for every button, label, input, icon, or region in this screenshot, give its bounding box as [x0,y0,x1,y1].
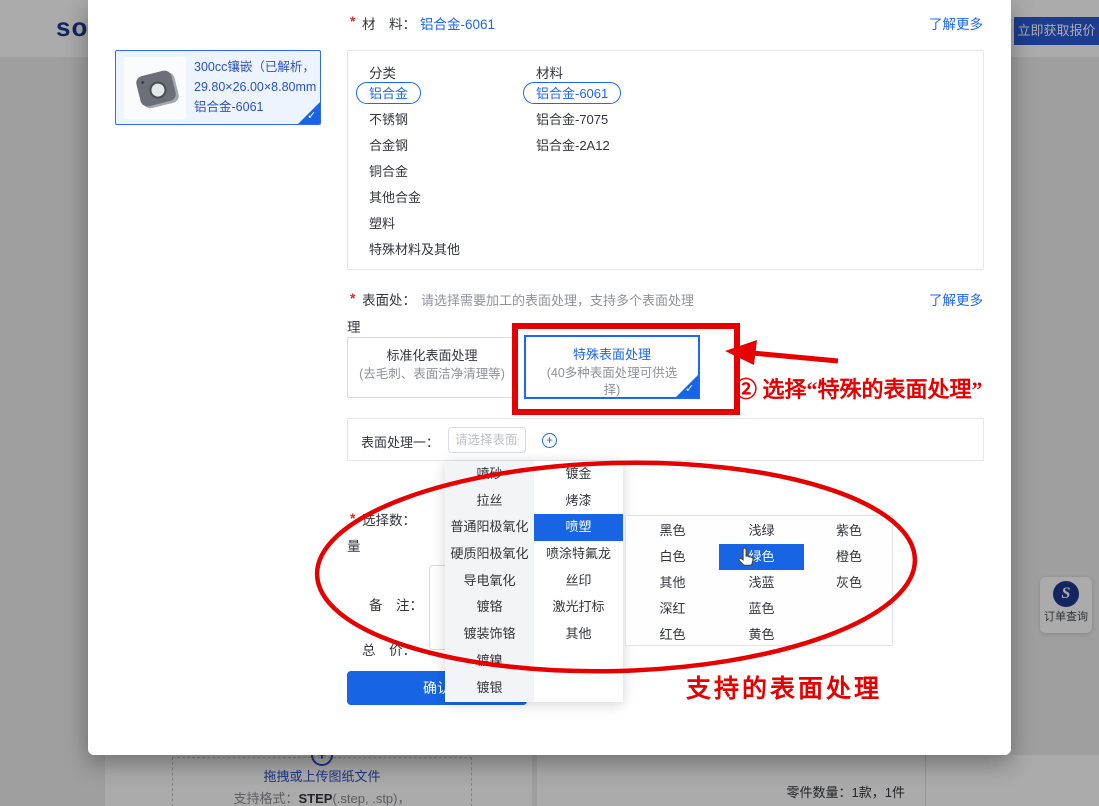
material-list: 铝合金-6061 铝合金-7075 铝合金-2A12 [536,81,634,159]
treatment-row: 表面处理一： + [347,418,984,461]
dropdown-item[interactable]: 镀装饰铬 [445,621,534,648]
dropdown-item[interactable]: 镀金 [534,461,623,488]
material-item-selected[interactable]: 铝合金-6061 [523,82,621,104]
part-selected-check-icon: ✓ [298,102,320,124]
material-more-link[interactable]: 了解更多 [929,13,983,33]
surface-label-line1: 表面处： [362,289,416,309]
color-option[interactable]: 红色 [626,622,719,648]
color-option[interactable]: 蓝色 [719,596,804,622]
part-thumbnail [124,57,186,119]
dropdown-item[interactable]: 激光打标 [534,594,623,621]
color-option[interactable]: 黑色 [626,518,719,544]
category-header: 分类 [369,62,396,82]
category-item[interactable]: 其他合金 [369,185,460,211]
dropdown-item[interactable]: 拉丝 [445,488,534,515]
category-item-selected[interactable]: 铝合金 [356,82,421,104]
material-label: 材 料： [362,13,416,33]
color-column-1: 黑色 白色 其他 深红 红色 [626,518,719,648]
category-item[interactable]: 不锈钢 [369,107,460,133]
color-options-panel: 黑色 白色 其他 深红 红色 浅绿 绿色 浅蓝 蓝色 黄色 紫色 橙色 灰色 [625,515,893,646]
quantity-required-star: * [350,510,355,526]
hand-cursor-icon [734,545,758,571]
annotation-rectangle [512,323,740,415]
dropdown-item[interactable]: 导电氧化 [445,568,534,595]
color-option-selected[interactable]: 绿色 [719,544,804,570]
color-column-2: 浅绿 绿色 浅蓝 蓝色 黄色 [719,518,804,648]
category-list: 铝合金 不锈钢 合金钢 铜合金 其他合金 塑料 特殊材料及其他 [369,81,460,263]
surface-more-link[interactable]: 了解更多 [929,289,983,309]
screen: soo 立即获取报价 + 拖拽或上传图纸文件 支持格式：STEP(.step, … [0,0,1099,806]
add-treatment-icon[interactable]: + [542,433,557,448]
dropdown-item[interactable]: 普通阳极氧化 [445,514,534,541]
category-item[interactable]: 塑料 [369,211,460,237]
remark-label: 备 注： [369,594,423,614]
dropdown-item[interactable]: 镀铬 [445,594,534,621]
material-header: 材料 [536,62,563,82]
color-option[interactable]: 浅绿 [719,518,804,544]
color-option[interactable]: 其他 [626,570,719,596]
quantity-label-line2: 量 [347,535,361,555]
treatment-label: 表面处理一： [361,432,439,451]
dropdown-item[interactable]: 烤漆 [534,488,623,515]
dropdown-item[interactable]: 喷涂特氟龙 [534,541,623,568]
color-column-3: 紫色 橙色 灰色 [804,518,894,596]
part-3d-preview [135,69,177,108]
treatment-dropdown-right-column: 镀金 烤漆 喷塑 喷涂特氟龙 丝印 激光打标 其他 [534,461,623,702]
color-option[interactable]: 深红 [626,596,719,622]
color-option[interactable]: 黄色 [719,622,804,648]
surface-required-star: * [350,290,355,306]
material-value: 铝合金-6061 [420,13,495,33]
surface-hint: 请选择需要加工的表面处理，支持多个表面处理 [421,290,694,309]
standard-surface-title: 标准化表面处理 [348,345,516,364]
annotation-step2-label: ② 选择“特殊的表面处理” [735,372,983,404]
treatment-dropdown-left-column: 喷砂 拉丝 普通阳极氧化 硬质阳极氧化 导电氧化 镀铬 镀装饰铬 镀镍 镀银 [445,461,534,702]
category-item[interactable]: 铜合金 [369,159,460,185]
standard-surface-card[interactable]: 标准化表面处理 (去毛刺、表面洁净清理等) [347,337,517,398]
dropdown-item[interactable]: 喷砂 [445,461,534,488]
total-price-label: 总 价： [362,639,416,659]
category-item[interactable]: 合金钢 [369,133,460,159]
category-item[interactable]: 特殊材料及其他 [369,237,460,263]
dropdown-item-selected[interactable]: 喷塑 [534,514,623,541]
material-panel: 分类 材料 铝合金 不锈钢 合金钢 铜合金 其他合金 塑料 特殊材料及其他 铝合… [347,50,984,270]
material-item[interactable]: 铝合金-7075 [536,107,634,133]
treatment-select-input[interactable] [448,427,526,453]
part-name: 300cc镶嵌（已解析， [194,57,320,77]
color-option[interactable]: 浅蓝 [719,570,804,596]
color-option[interactable]: 白色 [626,544,719,570]
dropdown-item[interactable]: 硬质阳极氧化 [445,541,534,568]
annotation-support-label: 支持的表面处理 [686,669,882,705]
surface-label-line2: 理 [347,316,361,336]
part-dimensions: 29.80×26.00×8.80mm [194,77,320,97]
treatment-dropdown: 喷砂 拉丝 普通阳极氧化 硬质阳极氧化 导电氧化 镀铬 镀装饰铬 镀镍 镀银 镀… [445,461,623,702]
category-item[interactable]: 铝合金 [369,81,460,107]
color-option[interactable]: 紫色 [804,518,894,544]
color-option[interactable]: 橙色 [804,544,894,570]
dropdown-item[interactable]: 其他 [534,621,623,648]
standard-surface-subtitle: (去毛刺、表面洁净清理等) [357,366,507,383]
quantity-label-line1: 选择数： [362,509,416,529]
material-item[interactable]: 铝合金-2A12 [536,133,634,159]
part-card[interactable]: 300cc镶嵌（已解析， 29.80×26.00×8.80mm 铝合金-6061… [115,50,321,125]
color-option[interactable]: 灰色 [804,570,894,596]
dropdown-item[interactable]: 镀银 [445,675,534,702]
material-required-star: * [350,13,355,29]
dropdown-item[interactable]: 丝印 [534,568,623,595]
material-item[interactable]: 铝合金-6061 [536,81,634,107]
dropdown-item[interactable]: 镀镍 [445,648,534,675]
